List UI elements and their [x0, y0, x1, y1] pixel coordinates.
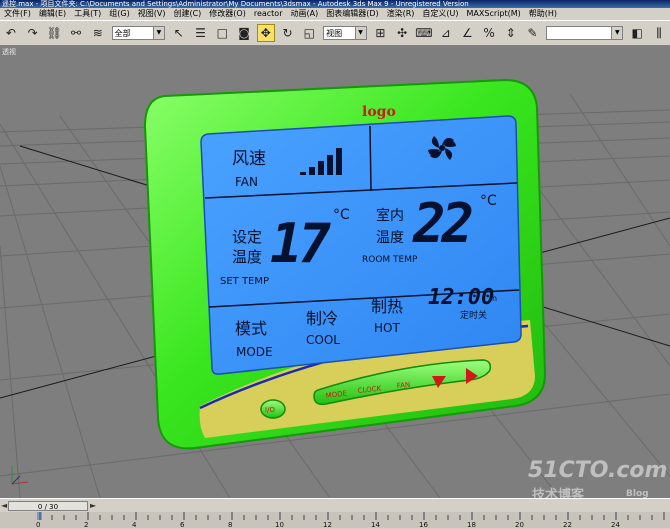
menu-file[interactable]: 文件(F) — [0, 8, 35, 20]
time-slider[interactable]: 0 / 30 — [8, 501, 88, 511]
menu-create[interactable]: 创建(C) — [169, 8, 205, 20]
select-and-scale-icon[interactable]: ◱ — [300, 24, 318, 42]
menu-group[interactable]: 组(G) — [105, 8, 133, 20]
undo-icon[interactable]: ↶ — [2, 24, 20, 42]
reference-coordinate-value: 视图 — [326, 29, 343, 38]
set-temp-value: 17 — [270, 212, 332, 275]
set-temp-label-cn1: 设定 — [232, 228, 262, 246]
hot-label-cn: 制热 — [371, 297, 403, 316]
room-temp-unit: °C — [480, 193, 497, 209]
menu-modifiers[interactable]: 修改器(O) — [205, 8, 250, 20]
watermark-blog: Blog — [626, 489, 649, 498]
percent-snap-icon[interactable]: % — [480, 24, 498, 42]
selection-filter-value: 全部 — [114, 29, 131, 38]
select-and-move-icon[interactable]: ✥ — [256, 24, 275, 42]
time-slider-frame: 0 / 30 — [37, 503, 59, 511]
mode-label-cn: 模式 — [235, 319, 267, 338]
selection-filter-dropdown[interactable]: 全部 ▼ — [111, 26, 165, 40]
menu-reactor[interactable]: reactor — [250, 8, 287, 20]
viewport-scene: logo 风速 FAN 设定 温度 17 °C SET TEMP 室内 温度 2… — [0, 78, 670, 498]
clock-hour-unit: h — [492, 294, 497, 303]
time-slider-bar: ◄ 0 / 30 ► — [0, 498, 670, 513]
fan-button[interactable]: FAN — [396, 381, 410, 390]
window-crossing-icon[interactable]: ◙ — [235, 24, 253, 42]
reference-coordinate-dropdown[interactable]: 视图 ▼ — [323, 26, 367, 40]
logo-text: logo — [362, 104, 396, 120]
edit-named-selection-icon[interactable]: ✎ — [524, 24, 542, 42]
room-temp-label-cn2: 温度 — [376, 230, 404, 246]
redo-icon[interactable]: ↷ — [24, 24, 42, 42]
pivot-center-icon[interactable]: ⊞ — [372, 24, 390, 42]
next-frame-icon[interactable]: ► — [90, 501, 96, 510]
menu-help[interactable]: 帮助(H) — [525, 8, 561, 20]
manipulate-icon[interactable]: ✣ — [393, 24, 411, 42]
align-icon[interactable]: ⫼ — [650, 24, 668, 42]
link-icon[interactable]: ⛓ — [45, 24, 63, 42]
set-temp-unit: °C — [333, 207, 350, 223]
room-temp-label-cn1: 室内 — [376, 207, 404, 224]
chevron-down-icon: ▼ — [354, 27, 366, 39]
bind-space-warp-icon[interactable]: ≋ — [89, 24, 107, 42]
angle-snap-icon[interactable]: ∠ — [458, 24, 476, 42]
watermark-sub: 技术博客 — [532, 488, 585, 498]
track-bar-ticks — [37, 512, 665, 520]
rectangular-selection-icon[interactable]: □ — [213, 24, 231, 42]
select-by-name-icon[interactable]: ☰ — [192, 24, 210, 42]
thermostat-model[interactable]: logo 风速 FAN 设定 温度 17 °C SET TEMP 室内 温度 2… — [143, 78, 547, 450]
chevron-down-icon: ▼ — [611, 27, 623, 39]
menu-animation[interactable]: 动画(A) — [286, 8, 322, 20]
keyboard-shortcut-icon[interactable]: ⌨ — [415, 24, 433, 42]
unlink-icon[interactable]: ⚯ — [67, 24, 85, 42]
spinner-snap-icon[interactable]: ⇕ — [502, 24, 520, 42]
axis-tripod-icon — [11, 466, 29, 485]
title-bar: 遥控.max - 项目文件夹: C:\Documents and Setting… — [0, 0, 670, 8]
named-selection-dropdown[interactable]: ▼ — [546, 26, 624, 40]
menu-view[interactable]: 视图(V) — [134, 8, 170, 20]
mode-label-en: MODE — [236, 345, 273, 359]
menu-bar: 文件(F) 编辑(E) 工具(T) 组(G) 视图(V) 创建(C) 修改器(O… — [0, 8, 670, 20]
window-title: 遥控.max - 项目文件夹: C:\Documents and Setting… — [2, 0, 469, 8]
clock-value: 12:00 — [428, 285, 494, 310]
room-temp-label-en: ROOM TEMP — [362, 255, 418, 265]
snaps-toggle-icon[interactable]: ⊿ — [437, 24, 455, 42]
menu-customize[interactable]: 自定义(U) — [418, 8, 462, 20]
menu-graph-editors[interactable]: 图表编辑器(D) — [322, 8, 382, 20]
hot-label-en: HOT — [374, 321, 400, 335]
chevron-down-icon: ▼ — [152, 27, 164, 39]
watermark-site: 51CTO.com — [528, 458, 668, 483]
main-toolbar: ↶ ↷ ⛓ ⚯ ≋ 全部 ▼ ↖ ☰ □ ◙ ✥ ↻ ◱ 视图 ▼ ⊞ ✣ ⌨ ⊿ … — [0, 20, 670, 46]
perspective-viewport[interactable]: logo 风速 FAN 设定 温度 17 °C SET TEMP 室内 温度 2… — [0, 46, 670, 498]
power-button-label: I/O — [265, 406, 275, 414]
menu-maxscript[interactable]: MAXScript(M) — [463, 8, 525, 20]
viewport-label[interactable]: 透视 — [2, 47, 16, 57]
menu-tools[interactable]: 工具(T) — [70, 8, 105, 20]
menu-edit[interactable]: 编辑(E) — [35, 8, 70, 20]
room-temp-value: 22 — [412, 192, 472, 255]
menu-rendering[interactable]: 渲染(R) — [383, 8, 419, 20]
previous-frame-icon[interactable]: ◄ — [1, 501, 7, 510]
select-and-rotate-icon[interactable]: ↻ — [279, 24, 297, 42]
cool-label-cn: 制冷 — [306, 309, 338, 328]
track-bar[interactable]: 0 2 4 6 8 10 12 14 16 18 20 22 24 — [0, 512, 670, 529]
fan-label-en: FAN — [235, 175, 258, 189]
cool-label-en: COOL — [306, 333, 340, 347]
set-temp-label-cn2: 温度 — [232, 248, 262, 266]
fan-label-cn: 风速 — [232, 149, 266, 169]
timer-off-label: 定时关 — [460, 309, 487, 321]
set-temp-label-en: SET TEMP — [220, 276, 269, 287]
select-object-icon[interactable]: ↖ — [170, 24, 188, 42]
mirror-icon[interactable]: ◧ — [628, 24, 646, 42]
